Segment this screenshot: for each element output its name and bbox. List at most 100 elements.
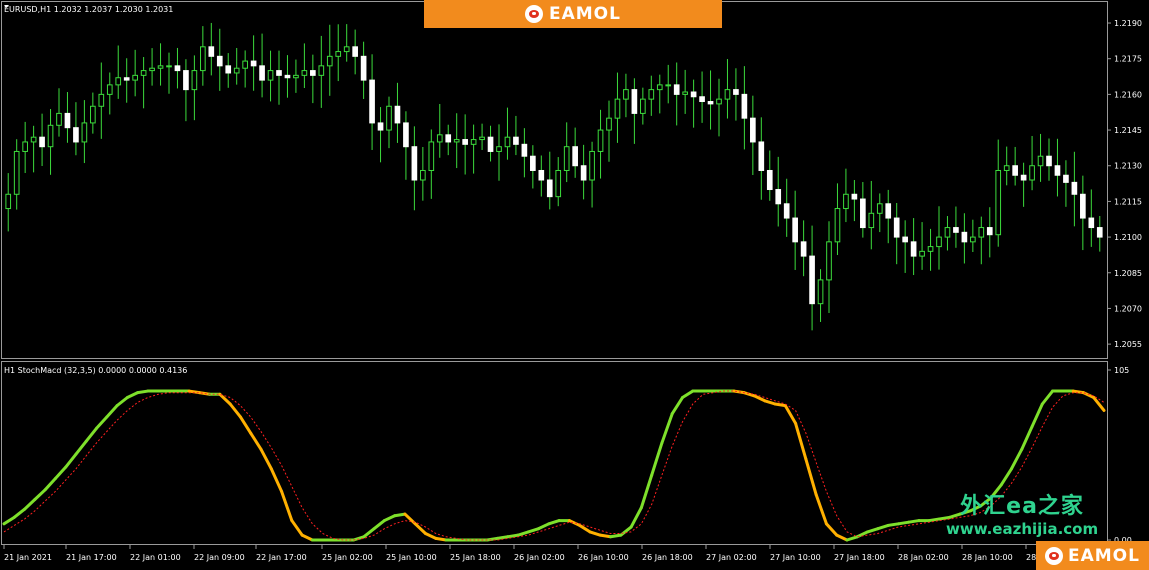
candle-body — [614, 98, 621, 119]
candle-body — [851, 193, 858, 200]
stochmacd-main-line-segment — [506, 533, 520, 539]
candle-body — [775, 189, 782, 205]
candle-body — [445, 134, 452, 143]
candle-body — [936, 236, 942, 248]
candle-body — [910, 241, 917, 257]
candle-body — [699, 96, 705, 103]
candle-body — [656, 84, 663, 91]
price-panel-border — [1, 1, 1108, 359]
stochmacd-main-line-segment — [763, 399, 777, 406]
indicator-title: H1 StochMacd (32,3,5) 0.0000 0.0000 0.41… — [4, 366, 187, 375]
candle-body — [809, 255, 815, 305]
candle-body — [377, 122, 384, 131]
candlestick-series — [5, 22, 1103, 331]
candle-body — [276, 70, 282, 76]
candle-body — [1054, 165, 1061, 176]
watermark-cn: 外汇ea之家 — [960, 494, 1084, 519]
candle-body — [183, 70, 189, 91]
stochmacd-main-line-segment — [1009, 447, 1024, 471]
stochmacd-main-line-segment — [681, 389, 695, 400]
time-tick-label: 27 Jan 18:00 — [834, 553, 885, 562]
candle-body — [166, 65, 172, 68]
candle-body — [673, 84, 680, 95]
stochmacd-main-line-segment — [773, 402, 787, 408]
candle-body — [521, 143, 528, 157]
price-tick-label: 1.2055 — [1114, 340, 1142, 349]
stochmacd-main-line-segment — [835, 533, 849, 542]
candle-body — [572, 146, 578, 167]
stochmacd-main-line-segment — [23, 498, 37, 511]
stochmacd-main-line-segment — [115, 396, 129, 408]
stochmacd-main-line-segment — [300, 533, 314, 542]
stochmacd-main-line-segment — [845, 535, 859, 542]
price-tick-label: 1.2100 — [1114, 233, 1142, 242]
candle-body — [293, 74, 299, 79]
candle-body — [140, 70, 147, 76]
eamol-logo-icon — [525, 5, 543, 23]
stochmacd-main-line-segment — [588, 530, 602, 537]
candle-body — [876, 203, 883, 214]
indicator-y-axis: 1050.00 — [1107, 366, 1132, 545]
price-tick-label: 1.2160 — [1114, 90, 1142, 99]
candle-body — [978, 227, 985, 238]
stochmacd-main-line-segment — [290, 519, 304, 537]
price-tick-label: 1.2130 — [1114, 162, 1142, 171]
candle-body — [132, 74, 138, 81]
stochmacd-main-line-segment — [2, 515, 16, 526]
candle-body — [640, 98, 646, 114]
candle-body — [436, 134, 443, 143]
eamol-logo-text-small: EAMOL — [1068, 545, 1140, 566]
time-tick-label: 22 Jan 09:00 — [194, 553, 245, 562]
stochmacd-main-line-segment — [228, 402, 242, 419]
candle-body — [343, 46, 350, 53]
candle-body — [335, 51, 342, 57]
price-tick-label: 1.2115 — [1114, 197, 1142, 206]
stochmacd-main-line-segment — [783, 404, 798, 425]
stochmacd-main-line-segment — [12, 507, 27, 519]
stochmacd-main-line-segment — [650, 441, 664, 477]
stochmacd-main-line-segment — [249, 431, 263, 451]
candle-body — [800, 241, 807, 257]
candle-body — [707, 101, 714, 105]
candle-body — [157, 65, 164, 69]
candle-body — [496, 146, 502, 152]
candle-body — [386, 105, 392, 131]
candle-body — [352, 46, 358, 57]
stochmacd-main-line-segment — [999, 467, 1013, 487]
price-y-axis: 1.2190 1.2175 1.2160 1.2145 1.2130 1.2115 1.21… — [1107, 19, 1142, 349]
candle-body — [326, 55, 333, 67]
candle-body — [301, 70, 308, 76]
eamol-logo-text: EAMOL — [549, 4, 621, 24]
candle-body — [995, 169, 1002, 236]
stochmacd-main-line-segment — [1020, 425, 1034, 451]
candle-body — [453, 139, 460, 143]
candle-body — [1080, 193, 1086, 219]
candle-body — [174, 65, 181, 72]
time-tick-label: 25 Jan 02:00 — [322, 553, 373, 562]
candle-body — [766, 169, 773, 191]
stochmacd-main-line-segment — [84, 426, 99, 443]
candle-body — [682, 91, 688, 95]
stochmacd-main-line-segment — [526, 527, 541, 534]
indicator-panel-border — [1, 361, 1108, 545]
candle-body — [741, 93, 748, 119]
stochmacd-main-line-segment — [670, 396, 685, 416]
time-tick-label: 21 Jan 2021 — [4, 553, 52, 562]
candle-body — [242, 60, 248, 69]
candle-body — [1071, 181, 1078, 195]
stochmacd-main-line-segment — [629, 506, 643, 529]
price-tick-label: 1.2175 — [1114, 55, 1142, 64]
stochmacd-main-line-segment — [372, 519, 386, 531]
eamol-logo-icon — [1045, 546, 1063, 565]
candle-body — [986, 227, 993, 236]
stochmacd-main-line-segment — [886, 522, 900, 527]
candle-body — [724, 89, 731, 100]
candle-body — [1063, 174, 1069, 183]
candle-body — [758, 141, 765, 171]
candle-body — [115, 77, 122, 86]
candle-body — [860, 198, 866, 229]
candle-body — [250, 60, 257, 67]
stochmacd-main-line-segment — [896, 520, 911, 526]
eamol-logo-banner: EAMOL — [424, 0, 722, 28]
candle-body — [834, 208, 841, 243]
